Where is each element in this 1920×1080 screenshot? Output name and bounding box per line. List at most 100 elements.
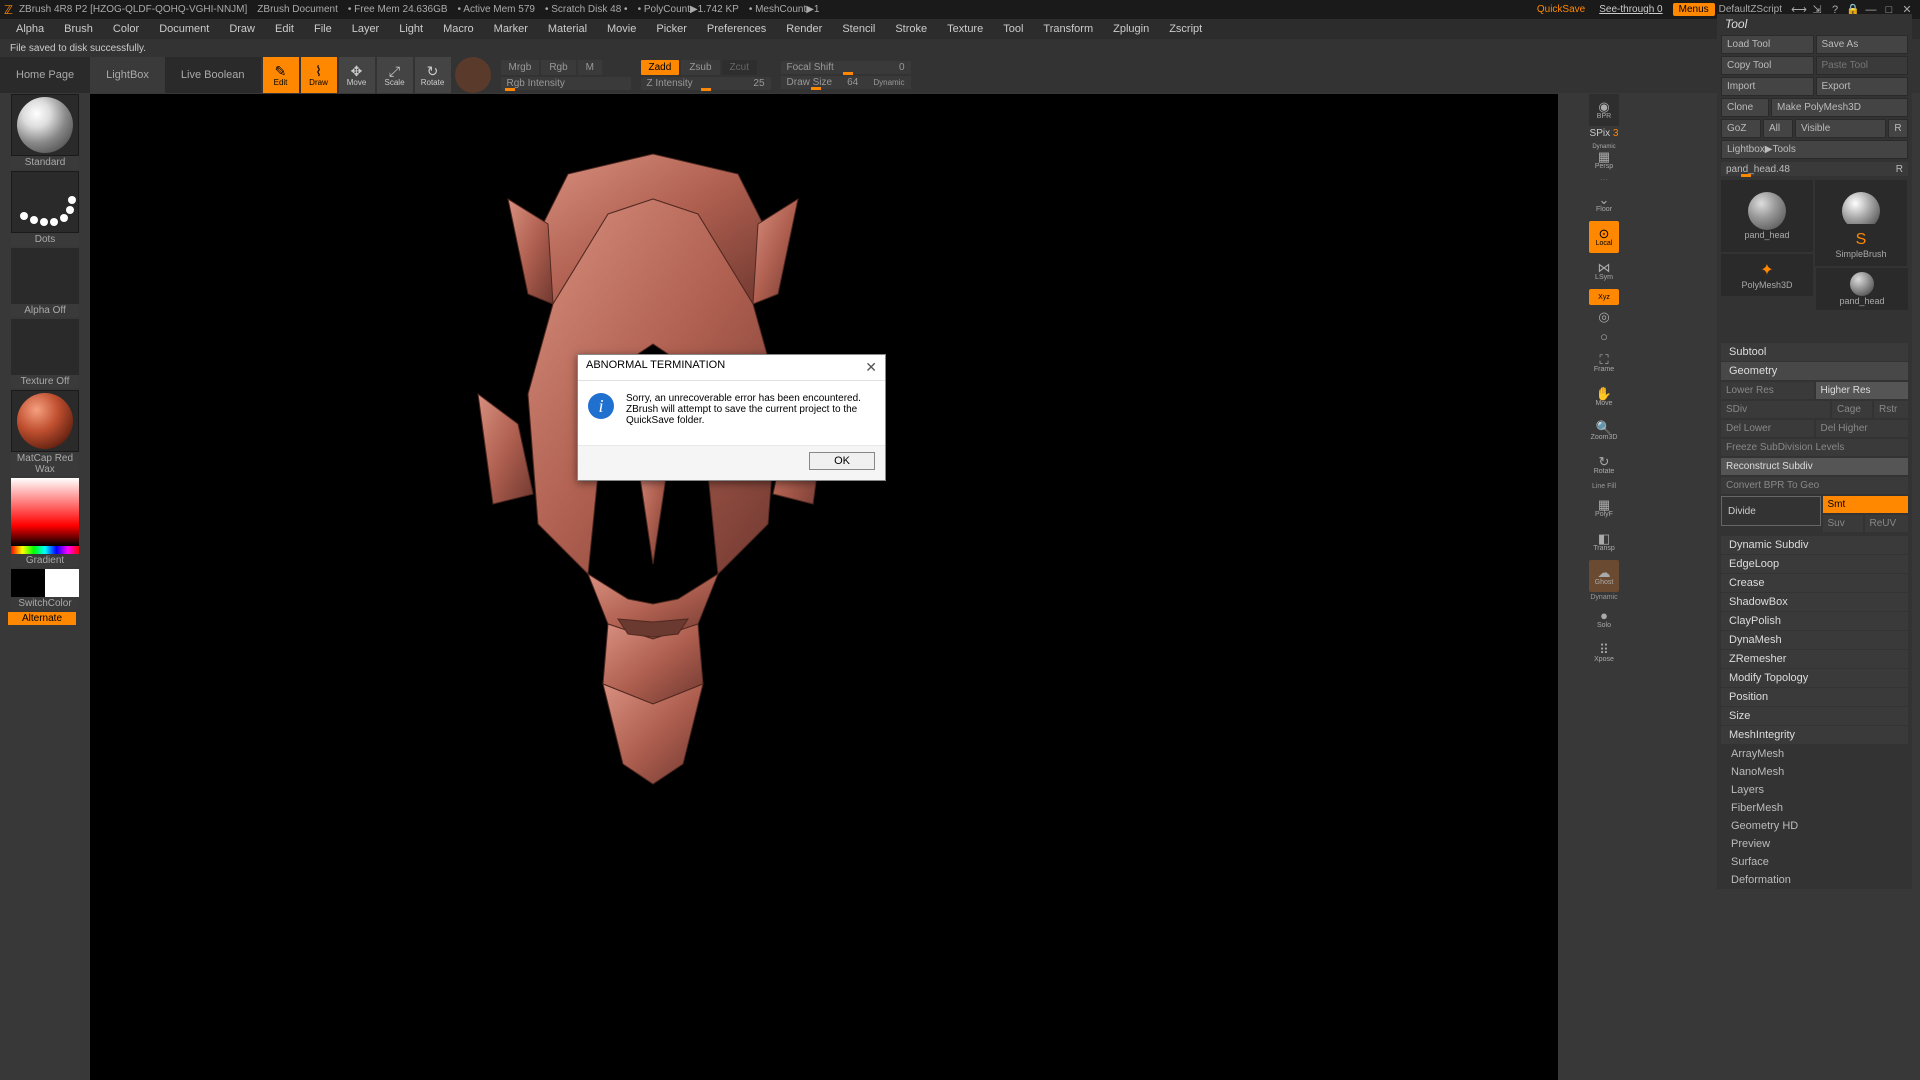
paste-tool-button[interactable]: Paste Tool [1816,56,1909,75]
smt-button[interactable]: Smt [1823,496,1909,513]
menu-transform[interactable]: Transform [1033,23,1103,35]
section-geometry-hd[interactable]: Geometry HD [1717,817,1912,835]
load-tool-button[interactable]: Load Tool [1721,35,1814,54]
section-dynamesh[interactable]: DynaMesh [1721,631,1908,649]
alpha-swatch[interactable]: Alpha Off [8,248,82,317]
move-button[interactable]: ✋Move [1589,381,1619,413]
menu-light[interactable]: Light [389,23,433,35]
floor-button[interactable]: ⌄Floor [1589,187,1619,219]
mode-edit[interactable]: ✎Edit [263,57,299,93]
tab-home[interactable]: Home Page [0,57,90,93]
menu-stroke[interactable]: Stroke [885,23,937,35]
section-dynamic-subdiv[interactable]: Dynamic Subdiv [1721,536,1908,554]
section-preview[interactable]: Preview [1717,835,1912,853]
section-shadowbox[interactable]: ShadowBox [1721,593,1908,611]
dialog-close-icon[interactable]: ✕ [865,359,877,376]
menu-edit[interactable]: Edit [265,23,304,35]
slider-z-intensity[interactable]: Z Intensity25 [641,77,771,90]
copy-tool-button[interactable]: Copy Tool [1721,56,1814,75]
see-through-slider[interactable]: See-through 0 [1599,4,1662,15]
higher-res-button[interactable]: Higher Res [1816,382,1909,399]
sdiv-slider[interactable]: SDiv [1721,401,1830,418]
section-claypolish[interactable]: ClayPolish [1721,612,1908,630]
chip-rgb[interactable]: Rgb [541,60,575,75]
color-picker[interactable]: Gradient [8,478,82,567]
tool-cell-pand-head[interactable]: pand_head [1721,180,1813,252]
fit-button[interactable]: ○ [1589,327,1619,345]
section-modify-topology[interactable]: Modify Topology [1721,669,1908,687]
goz-button[interactable]: GoZ [1721,119,1761,138]
mode-rotate[interactable]: ↻Rotate [415,57,451,93]
local-button[interactable]: ⊙Local [1589,221,1619,253]
section-deformation[interactable]: Deformation [1717,871,1912,889]
section-edgeloop[interactable]: EdgeLoop [1721,555,1908,573]
tool-slider[interactable]: pand_head.48R [1721,162,1908,176]
xyz-button[interactable]: Xyz [1589,289,1619,305]
suv-button[interactable]: Suv [1823,515,1863,532]
section-arraymesh[interactable]: ArrayMesh [1717,745,1912,763]
tab-lightbox[interactable]: LightBox [90,57,165,93]
tool-cell-simplebrush[interactable]: SSimpleBrush [1815,224,1907,266]
reuv-button[interactable]: ReUV [1865,515,1909,532]
material-swatch[interactable]: MatCap Red Wax [8,390,82,476]
menu-draw[interactable]: Draw [219,23,265,35]
quicksave-button[interactable]: QuickSave [1537,4,1585,15]
slider-rgb-intensity[interactable]: Rgb Intensity [501,77,631,90]
mode-move[interactable]: ✥Move [339,57,375,93]
reconstruct-subdiv-button[interactable]: Reconstruct Subdiv [1721,458,1908,475]
menu-zplugin[interactable]: Zplugin [1103,23,1159,35]
zoom-button[interactable]: 🔍Zoom3D [1589,415,1619,447]
menu-stencil[interactable]: Stencil [832,23,885,35]
menu-preferences[interactable]: Preferences [697,23,776,35]
alternate-button[interactable]: Alternate [8,612,76,625]
mode-scale[interactable]: ⤢Scale [377,57,413,93]
menu-render[interactable]: Render [776,23,832,35]
del-higher-button[interactable]: Del Higher [1816,420,1909,437]
menu-tool[interactable]: Tool [993,23,1033,35]
menu-movie[interactable]: Movie [597,23,646,35]
polyf-button[interactable]: ▦PolyF [1589,492,1619,524]
menu-file[interactable]: File [304,23,342,35]
menu-document[interactable]: Document [149,23,219,35]
chip-mrgb[interactable]: Mrgb [501,60,540,75]
section-fibermesh[interactable]: FiberMesh [1717,799,1912,817]
mode-draw[interactable]: ⌇Draw [301,57,337,93]
goz-visible-button[interactable]: Visible [1795,119,1886,138]
tool-cell-polymesh3d[interactable]: ✦PolyMesh3D [1721,254,1813,296]
section-zremesher[interactable]: ZRemesher [1721,650,1908,668]
section-size[interactable]: Size [1721,707,1908,725]
goz-r-button[interactable]: R [1888,119,1908,138]
tab-live-boolean[interactable]: Live Boolean [165,57,261,93]
menus-toggle[interactable]: Menus [1673,3,1715,16]
menu-picker[interactable]: Picker [646,23,697,35]
export-button[interactable]: Export [1816,77,1909,96]
section-meshintegrity[interactable]: MeshIntegrity [1721,726,1908,744]
lsym-button[interactable]: ⋈LSym [1589,255,1619,287]
center-button[interactable]: ◎ [1589,307,1619,325]
section-nanomesh[interactable]: NanoMesh [1717,763,1912,781]
divide-button[interactable]: Divide [1721,496,1821,526]
section-subtool[interactable]: Subtool [1721,343,1908,361]
ghost-button[interactable]: ☁Ghost [1589,560,1619,592]
convert-bpr-button[interactable]: Convert BPR To Geo [1721,477,1908,494]
bpr-button[interactable]: ◉BPR [1589,94,1619,126]
menu-alpha[interactable]: Alpha [6,23,54,35]
del-lower-button[interactable]: Del Lower [1721,420,1814,437]
chip-m[interactable]: M [578,60,602,75]
frame-button[interactable]: ⛶Frame [1589,347,1619,379]
lower-res-button[interactable]: Lower Res [1721,382,1814,399]
chip-zsub[interactable]: Zsub [681,60,719,75]
switch-color[interactable]: SwitchColor [8,569,82,610]
section-surface[interactable]: Surface [1717,853,1912,871]
freeze-subdiv-button[interactable]: Freeze SubDivision Levels [1721,439,1908,456]
goz-all-button[interactable]: All [1763,119,1793,138]
save-as-button[interactable]: Save As [1816,35,1909,54]
chip-zcut[interactable]: Zcut [722,60,757,75]
lightbox-tools-button[interactable]: Lightbox▶Tools [1721,140,1908,159]
texture-swatch[interactable]: Texture Off [8,319,82,388]
brush-swatch[interactable]: Standard [8,94,82,169]
rotate-button[interactable]: ↻Rotate [1589,449,1619,481]
section-position[interactable]: Position [1721,688,1908,706]
make-polymesh-button[interactable]: Make PolyMesh3D [1771,98,1908,117]
solo-button[interactable]: ●Solo [1589,603,1619,635]
